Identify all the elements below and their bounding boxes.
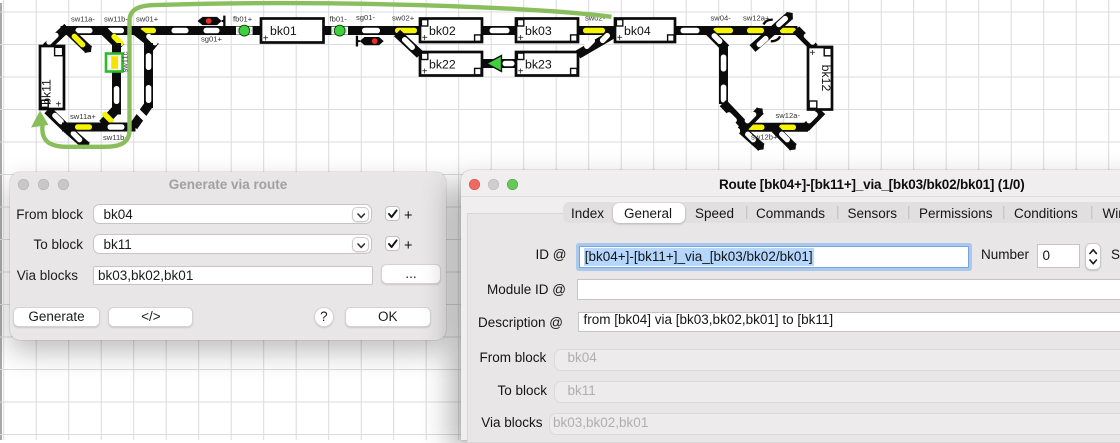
svg-text:sw12a-: sw12a- (776, 111, 801, 120)
svg-text:+: + (422, 33, 428, 44)
svg-text:sw02+: sw02+ (392, 14, 415, 23)
svg-text:bk02: bk02 (429, 24, 456, 38)
svg-text:bk12: bk12 (819, 65, 833, 92)
svg-text:sw12b+: sw12b+ (751, 133, 778, 142)
svg-text:fb01+: fb01+ (233, 15, 253, 24)
svg-text:sw11b-: sw11b- (104, 14, 128, 23)
svg-text:+: + (518, 33, 524, 44)
svg-text:bk23: bk23 (525, 58, 552, 72)
svg-text:sw01+: sw01+ (136, 14, 159, 23)
svg-text:+: + (810, 48, 816, 59)
svg-text:fb01-: fb01- (330, 15, 348, 24)
svg-text:+: + (422, 67, 428, 78)
svg-text:bk01: bk01 (270, 24, 297, 38)
svg-text:sg01+: sg01+ (201, 34, 222, 43)
svg-text:bk03: bk03 (525, 24, 552, 38)
svg-text:bk22: bk22 (429, 58, 456, 72)
svg-text:+: + (263, 33, 269, 44)
svg-text:sw04-: sw04- (711, 14, 732, 23)
svg-text:+: + (518, 67, 524, 78)
svg-text:sw11a-: sw11a- (71, 14, 95, 23)
svg-text:+: + (617, 33, 623, 44)
svg-text:+: + (56, 100, 62, 111)
svg-text:sg01-: sg01- (356, 13, 375, 22)
svg-text:sw11a+: sw11a+ (70, 112, 96, 121)
svg-text:bk04: bk04 (624, 24, 651, 38)
svg-text:bk11: bk11 (40, 79, 54, 105)
svg-text:sw12a+: sw12a+ (743, 14, 770, 23)
